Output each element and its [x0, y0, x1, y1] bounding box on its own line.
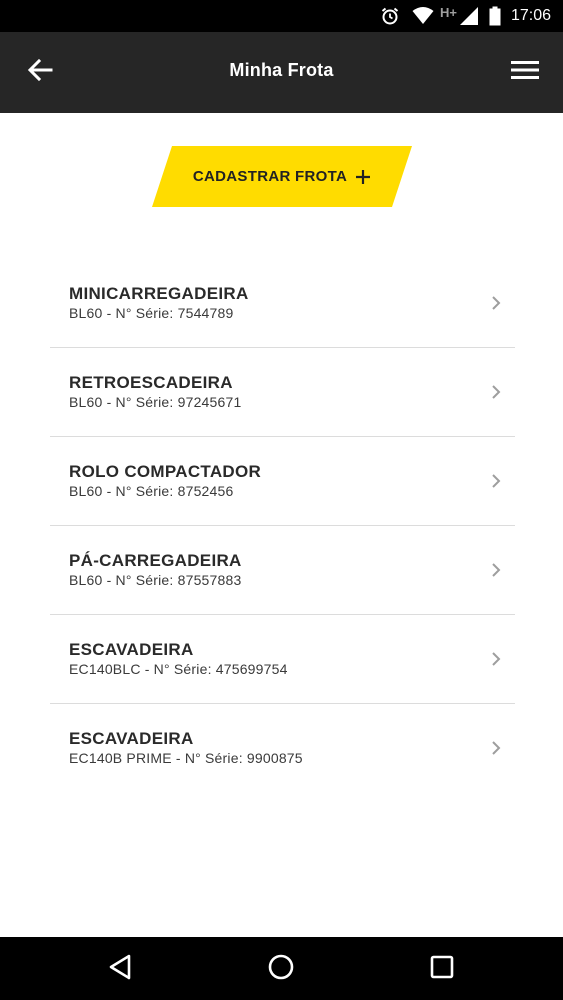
fleet-item-subtitle: BL60 - N° Série: 97245671: [69, 394, 242, 410]
fleet-item[interactable]: PÁ-CARREGADEIRA BL60 - N° Série: 8755788…: [50, 526, 515, 615]
fleet-item-title: MINICARREGADEIRA: [69, 284, 249, 303]
menu-button[interactable]: [505, 54, 545, 90]
network-type-label: H+: [439, 4, 457, 20]
fleet-item-subtitle: BL60 - N° Série: 8752456: [69, 483, 234, 499]
fleet-item-title: PÁ-CARREGADEIRA: [69, 551, 242, 570]
back-triangle-icon: [107, 953, 133, 986]
plus-icon: [355, 169, 371, 185]
status-bar: H+ 17:06: [0, 0, 563, 32]
fleet-item-title: ESCAVADEIRA: [69, 729, 194, 748]
fleet-item[interactable]: ROLO COMPACTADOR BL60 - N° Série: 875245…: [50, 437, 515, 526]
app-bar: Minha Frota: [0, 32, 563, 113]
fleet-list: MINICARREGADEIRA BL60 - N° Série: 754478…: [50, 259, 515, 792]
recents-square-icon: [429, 954, 455, 985]
hamburger-menu-icon: [511, 60, 539, 85]
fleet-item[interactable]: ESCAVADEIRA EC140BLC - N° Série: 4756997…: [50, 615, 515, 704]
chevron-right-icon: [491, 295, 501, 316]
fleet-item-subtitle: EC140BLC - N° Série: 475699754: [69, 661, 288, 677]
nav-recents-button[interactable]: [424, 951, 460, 987]
signal-icon: [459, 6, 479, 26]
fleet-item-subtitle: BL60 - N° Série: 87557883: [69, 572, 242, 588]
cta-label: CADASTRAR FROTA: [192, 168, 348, 185]
fleet-item-title: ESCAVADEIRA: [69, 640, 194, 659]
chevron-right-icon: [491, 740, 501, 761]
fleet-item[interactable]: RETROESCADEIRA BL60 - N° Série: 97245671: [50, 348, 515, 437]
system-nav-bar: [0, 937, 563, 1000]
chevron-right-icon: [491, 384, 501, 405]
status-icons: H+ 17:06: [380, 0, 563, 32]
battery-icon: [489, 6, 501, 26]
chevron-right-icon: [491, 651, 501, 672]
chevron-right-icon: [491, 473, 501, 494]
fleet-item-title: RETROESCADEIRA: [69, 373, 233, 392]
cta-content: CADASTRAR FROTA: [152, 146, 412, 207]
wifi-icon: [412, 7, 434, 25]
fleet-item-title: ROLO COMPACTADOR: [69, 462, 262, 481]
nav-home-button[interactable]: [263, 951, 299, 987]
page-title: Minha Frota: [229, 60, 334, 80]
chevron-right-icon: [491, 562, 501, 583]
clock-time: 17:06: [510, 7, 551, 24]
alarm-icon: [380, 6, 400, 26]
fleet-item[interactable]: ESCAVADEIRA EC140B PRIME - N° Série: 990…: [50, 704, 515, 792]
fleet-item[interactable]: MINICARREGADEIRA BL60 - N° Série: 754478…: [50, 259, 515, 348]
fleet-item-subtitle: EC140B PRIME - N° Série: 9900875: [69, 750, 303, 766]
nav-back-button[interactable]: [102, 951, 138, 987]
register-fleet-button[interactable]: CADASTRAR FROTA: [152, 146, 412, 207]
fleet-item-subtitle: BL60 - N° Série: 7544789: [69, 305, 234, 321]
home-circle-icon: [267, 953, 295, 986]
